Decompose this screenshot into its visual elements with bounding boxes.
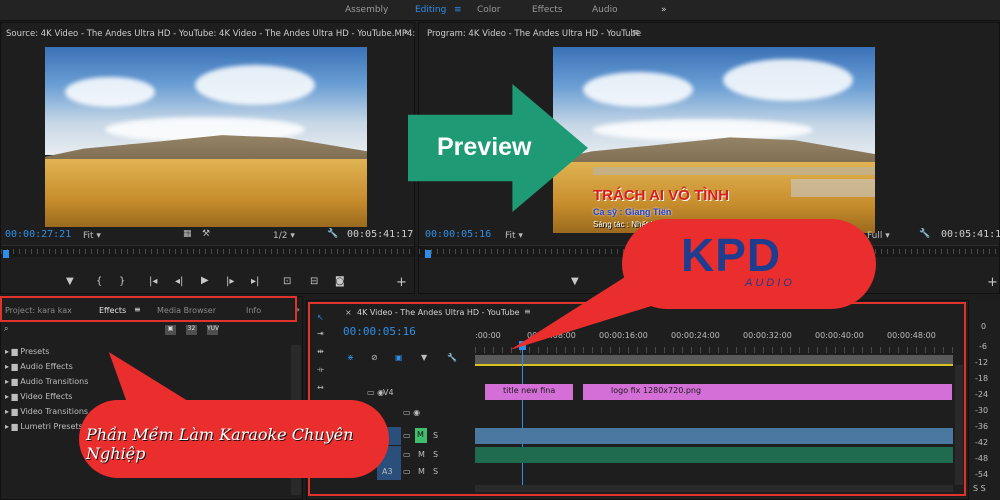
effects-tab-highlight [0, 296, 297, 322]
workspace-tab-audio[interactable]: Audio [592, 5, 618, 15]
go-to-out-icon[interactable]: ▸| [251, 276, 259, 287]
meter-tick: -42 [975, 438, 989, 447]
program-marker-icon[interactable]: ▼ [571, 276, 579, 287]
source-fit-dropdown[interactable]: Fit ▾ [83, 231, 101, 241]
add-button-icon[interactable]: + [396, 275, 407, 290]
kpd-logo-subtitle: AUDIO [745, 277, 795, 289]
workspace-more-icon[interactable]: » [661, 5, 667, 15]
32bit-icon[interactable]: 32 [186, 325, 197, 335]
marker-icon[interactable]: ▼ [66, 276, 74, 287]
go-to-in-icon[interactable]: |◂ [149, 276, 157, 287]
source-scrubber[interactable] [1, 245, 414, 257]
workspace-bar: Assembly Editing ≡ Color Effects Audio » [0, 0, 1000, 21]
program-title[interactable]: Program: 4K Video - The Andes Ultra HD -… [427, 29, 641, 39]
source-more-icon[interactable]: » [404, 28, 410, 38]
program-fit-dropdown[interactable]: Fit ▾ [505, 231, 523, 241]
karaoke-title-text: TRÁCH AI VÔ TÌNH [593, 187, 730, 204]
tree-item-presets[interactable]: ▸ ▆ Presets [5, 347, 49, 356]
tree-item-audio-effects[interactable]: ▸ ▆ Audio Effects [5, 362, 73, 371]
karaoke-caption: Phần Mềm Làm Karaoke Chuyên Nghiệp [86, 425, 354, 463]
step-back-icon[interactable]: ◂| [175, 276, 183, 287]
program-full-dropdown[interactable]: Full ▾ [867, 231, 890, 241]
program-menu-icon[interactable]: ≡ [632, 28, 640, 38]
workspace-tab-effects[interactable]: Effects [532, 5, 563, 15]
tree-item-video-effects[interactable]: ▸ ▆ Video Effects [5, 392, 72, 401]
insert-icon[interactable]: ⊡ [283, 276, 291, 287]
program-add-button-icon[interactable]: + [987, 275, 998, 290]
tree-item-lumetri-presets[interactable]: ▸ ▆ Lumetri Presets [5, 422, 83, 431]
source-timecode[interactable]: 00:00:27:21 [5, 229, 71, 240]
preview-label: Preview [437, 133, 532, 161]
program-playhead[interactable] [425, 250, 431, 258]
yuv-icon[interactable]: YUV [207, 325, 219, 335]
meter-tick: -36 [975, 422, 989, 431]
program-wrench-icon[interactable]: 🔧 [919, 229, 930, 239]
meter-tick: -6 [979, 342, 987, 351]
mark-out-icon[interactable]: } [119, 276, 125, 287]
karaoke-singer-text: Ca sỹ : Giang Tiến [593, 207, 672, 217]
workspace-tab-editing[interactable]: Editing [415, 5, 446, 15]
program-duration: 00:05:41:17 [941, 229, 1000, 240]
source-duration: 00:05:41:17 [347, 229, 414, 240]
settings-wrench-icon[interactable]: 🔧 [327, 229, 338, 239]
meter-tick: -18 [975, 374, 989, 383]
play-icon[interactable]: ▶ [201, 275, 209, 286]
workspace-tab-color[interactable]: Color [477, 5, 501, 15]
source-playhead[interactable] [3, 250, 9, 258]
kpd-logo: KPD [681, 229, 782, 281]
search-icon[interactable]: ⌕ [4, 324, 8, 334]
meter-tick: -12 [975, 358, 989, 367]
meter-tick: -54 [975, 470, 989, 479]
workspace-menu-icon[interactable]: ≡ [454, 5, 462, 15]
meter-solo-buttons[interactable]: S S [973, 484, 986, 493]
source-resolution-dropdown[interactable]: 1/2 ▾ [273, 231, 295, 241]
accel-icon[interactable]: ▣ [165, 325, 176, 335]
meter-tick: -48 [975, 454, 989, 463]
tree-item-video-transitions[interactable]: ▸ ▆ Video Transitions [5, 407, 88, 416]
mark-in-icon[interactable]: { [96, 276, 102, 287]
timeline-highlight [308, 302, 966, 496]
source-title[interactable]: Source: 4K Video - The Andes Ultra HD - … [6, 29, 432, 39]
meter-tick: 0 [981, 322, 987, 331]
source-monitor: Source: 4K Video - The Andes Ultra HD - … [0, 22, 432, 294]
step-forward-icon[interactable]: |▸ [226, 276, 234, 287]
camera-icon[interactable]: ◙ [335, 276, 345, 287]
meter-tick: -30 [975, 406, 989, 415]
source-video-frame [45, 47, 367, 227]
program-timecode[interactable]: 00:00:05:16 [425, 229, 491, 240]
meter-tick: -24 [975, 390, 989, 399]
film-icon[interactable]: ▦ [183, 229, 192, 239]
wrench-icon[interactable]: ⚒ [202, 229, 210, 239]
audio-meter: 0 -6 -12 -18 -24 -30 -36 -42 -48 -54 S S [968, 300, 1000, 500]
tree-item-audio-transitions[interactable]: ▸ ▆ Audio Transitions [5, 377, 88, 386]
program-video-frame: TRÁCH AI VÔ TÌNH Ca sỹ : Giang Tiến Sáng… [553, 47, 875, 233]
overwrite-icon[interactable]: ⊟ [310, 276, 318, 287]
workspace-tab-assembly[interactable]: Assembly [345, 5, 388, 15]
